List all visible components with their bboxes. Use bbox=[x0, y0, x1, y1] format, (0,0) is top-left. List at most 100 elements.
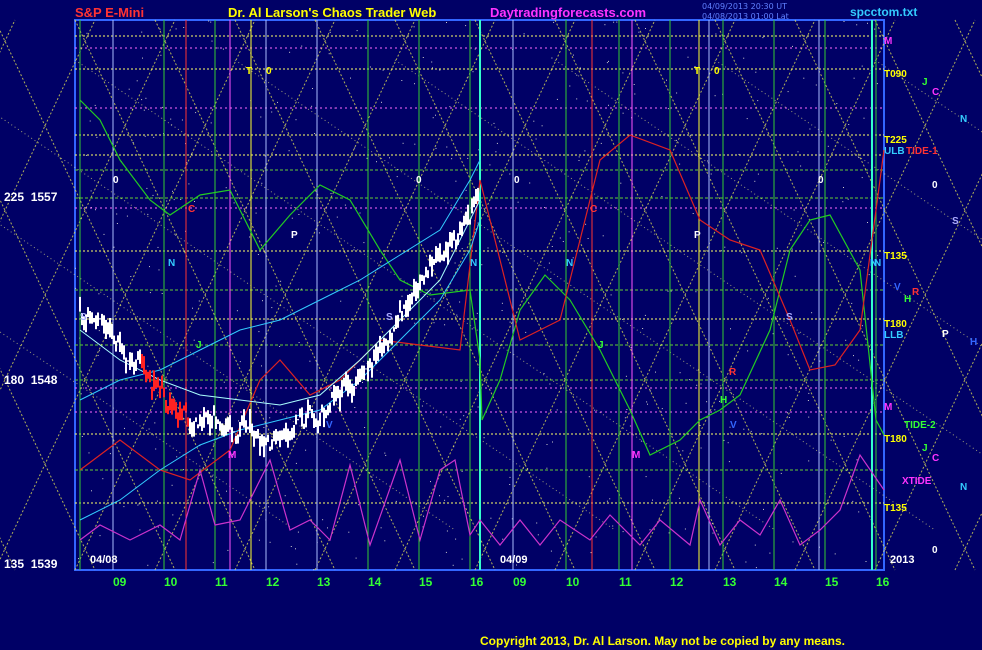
star-dot bbox=[568, 231, 570, 233]
chart-annotation: T bbox=[246, 66, 253, 77]
side-label: H bbox=[970, 337, 978, 348]
star-dot bbox=[413, 26, 415, 28]
star-dot bbox=[130, 276, 132, 277]
star-dot bbox=[444, 324, 446, 326]
chart-plot bbox=[0, 19, 982, 571]
star-dot bbox=[170, 118, 172, 120]
star-dot bbox=[157, 246, 159, 248]
star-dot bbox=[195, 112, 197, 114]
star-dot bbox=[501, 310, 503, 311]
star-dot bbox=[645, 476, 647, 478]
star-dot bbox=[644, 314, 646, 316]
star-dot bbox=[451, 158, 453, 160]
star-dot bbox=[447, 304, 449, 306]
side-label: H bbox=[904, 294, 912, 305]
star-dot bbox=[158, 269, 160, 271]
star-dot bbox=[493, 122, 495, 124]
star-dot bbox=[579, 67, 581, 69]
star-dot bbox=[293, 441, 295, 443]
star-dot bbox=[364, 427, 366, 428]
side-label: N bbox=[960, 482, 968, 493]
star-dot bbox=[754, 544, 756, 546]
star-dot bbox=[297, 531, 299, 533]
star-dot bbox=[827, 145, 829, 147]
star-dot bbox=[181, 119, 183, 121]
diagonal-line bbox=[874, 59, 982, 133]
star-dot bbox=[668, 532, 670, 534]
star-dot bbox=[600, 142, 602, 144]
star-dot bbox=[536, 522, 538, 524]
star-dot bbox=[128, 88, 130, 90]
star-dot bbox=[757, 100, 759, 102]
file-name: spcctom.txt bbox=[850, 5, 918, 19]
star-dot bbox=[263, 427, 265, 428]
chart-annotation: S bbox=[386, 312, 393, 323]
date-label-1: 04/08 bbox=[90, 554, 118, 566]
star-dot bbox=[116, 213, 118, 215]
star-dot bbox=[533, 120, 535, 122]
star-dot bbox=[553, 21, 555, 23]
star-dot bbox=[433, 298, 435, 300]
star-dot bbox=[353, 249, 355, 251]
star-dot bbox=[461, 558, 463, 560]
star-dot bbox=[432, 67, 433, 69]
star-dot bbox=[384, 540, 386, 542]
star-dot bbox=[684, 528, 686, 530]
chart-annotation: S bbox=[786, 312, 793, 323]
star-dot bbox=[787, 91, 789, 93]
star-dot bbox=[312, 88, 313, 89]
chart-annotation: N bbox=[168, 258, 176, 269]
star-dot bbox=[787, 412, 788, 414]
star-dot bbox=[626, 409, 628, 410]
star-dot bbox=[546, 467, 548, 469]
star-dot bbox=[562, 241, 564, 242]
star-dot bbox=[634, 93, 636, 95]
timestamp-1: 04/09/2013 20:30 UT bbox=[702, 2, 787, 11]
star-dot bbox=[217, 47, 219, 49]
star-dot bbox=[271, 111, 273, 113]
chart-annotation: P bbox=[694, 230, 701, 241]
star-dot bbox=[667, 108, 669, 110]
star-dot bbox=[730, 432, 732, 434]
side-label: T135 bbox=[884, 251, 907, 262]
chart-annotation: N bbox=[566, 258, 574, 269]
star-dot bbox=[313, 569, 315, 571]
star-dot bbox=[126, 215, 128, 217]
star-dot bbox=[584, 150, 586, 152]
star-dot bbox=[75, 287, 77, 289]
star-dot bbox=[667, 290, 669, 292]
star-dot bbox=[330, 193, 332, 195]
star-dot bbox=[193, 339, 195, 341]
x-tick-label: 15 bbox=[419, 575, 433, 589]
star-dot bbox=[329, 31, 331, 33]
star-dot bbox=[823, 242, 825, 243]
star-dot bbox=[295, 462, 297, 464]
star-dot bbox=[455, 180, 457, 182]
star-dot bbox=[226, 490, 227, 492]
star-dot bbox=[723, 439, 725, 441]
star-dot bbox=[792, 541, 794, 543]
star-dot bbox=[81, 436, 83, 437]
star-dot bbox=[395, 500, 397, 502]
star-dot bbox=[439, 495, 440, 497]
star-dot bbox=[173, 199, 175, 201]
chart-annotation: C bbox=[188, 204, 196, 215]
star-dot bbox=[255, 212, 257, 214]
star-dot bbox=[344, 204, 346, 206]
star-dot bbox=[95, 209, 96, 211]
star-dot bbox=[143, 109, 145, 111]
star-dot bbox=[692, 213, 694, 214]
star-dot bbox=[551, 246, 553, 247]
star-dot bbox=[258, 539, 260, 541]
x-tick-label: 14 bbox=[774, 575, 788, 589]
star-dot bbox=[269, 541, 271, 543]
copyright: Copyright 2013, Dr. Al Larson. May not b… bbox=[480, 634, 845, 648]
site-link[interactable]: Daytradingforecasts.com bbox=[490, 5, 646, 20]
star-dot bbox=[94, 104, 96, 106]
star-dot bbox=[459, 301, 461, 303]
star-dot bbox=[797, 151, 799, 153]
star-dot bbox=[538, 344, 540, 346]
star-dot bbox=[509, 321, 511, 323]
star-dot bbox=[311, 105, 313, 107]
chart-annotation: V bbox=[326, 420, 333, 431]
